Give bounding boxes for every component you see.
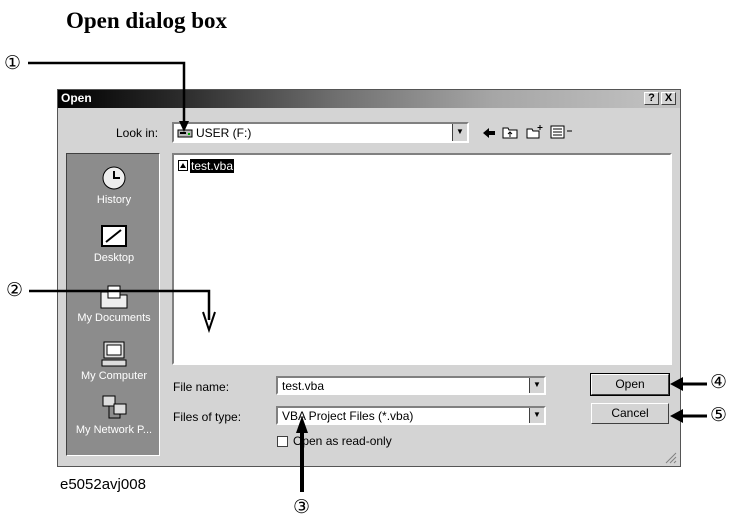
- callout-arrows: [28, 61, 707, 492]
- figure-id: e5052avj008: [60, 476, 146, 493]
